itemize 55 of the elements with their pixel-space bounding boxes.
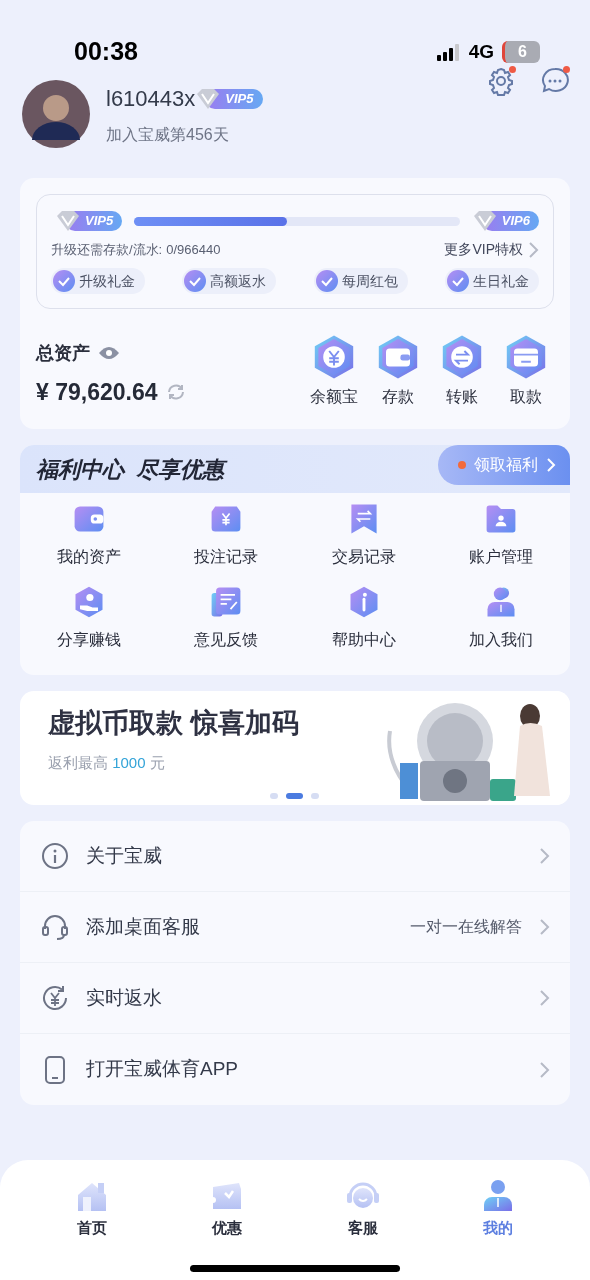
requirement-value: 0/966440 <box>166 240 221 259</box>
menu-shortcut[interactable]: 意见反馈 <box>194 584 259 667</box>
diamond-icon <box>195 86 222 111</box>
total-assets-label: 总资产 <box>36 341 90 365</box>
chevron-icon <box>538 918 550 936</box>
tab[interactable]: 首页 <box>51 1176 132 1241</box>
dot-icon <box>458 461 466 469</box>
tab[interactable]: 客服 <box>322 1176 403 1241</box>
menu-shortcut[interactable]: 投注记录 <box>194 501 259 584</box>
menu-shortcut[interactable]: 分享赚钱 <box>56 584 121 667</box>
action-button[interactable]: 存款 <box>370 333 426 409</box>
perk-label: 升级礼金 <box>79 271 135 291</box>
settings-icon[interactable] <box>486 66 516 96</box>
diamond-icon <box>55 209 81 233</box>
chevron-icon <box>538 847 550 865</box>
list-item[interactable]: 关于宝威 <box>20 821 570 892</box>
chevron-icon <box>538 1060 550 1079</box>
headset-icon <box>40 912 70 942</box>
perk-label: 每周红包 <box>341 271 398 291</box>
tab[interactable]: 我的 <box>458 1176 539 1241</box>
chevron-icon <box>527 240 539 259</box>
tab[interactable]: 优惠 <box>187 1176 268 1241</box>
chevron-icon <box>538 989 550 1007</box>
action-button[interactable]: 余额宝 <box>306 333 362 409</box>
menu-shortcut[interactable]: 加入我们 <box>469 584 534 667</box>
chevron-icon <box>546 457 556 473</box>
menu-shortcut[interactable]: 帮助中心 <box>331 584 396 667</box>
perk-label: 生日礼金 <box>473 271 529 291</box>
menu-shortcut[interactable]: 我的资产 <box>56 501 121 584</box>
total-assets-amount: ¥ 79,620.64 <box>36 377 158 407</box>
eye-icon[interactable] <box>98 346 120 360</box>
menu-shortcut[interactable]: 交易记录 <box>331 501 396 584</box>
menu-shortcut[interactable]: 账户管理 <box>469 501 534 584</box>
battery-indicator: 6 <box>502 41 540 63</box>
item-detail: 一对一在线解答 <box>410 917 522 937</box>
username: l610443x <box>106 85 196 113</box>
more-vip-link[interactable]: 更多VIP特权 <box>444 239 539 260</box>
network-label: 4G <box>468 39 494 64</box>
avatar <box>22 80 90 148</box>
requirement-label: 升级还需存款/流水: <box>51 240 163 259</box>
info-icon <box>40 841 70 871</box>
refresh-icon[interactable] <box>165 381 186 402</box>
list-item[interactable]: 实时返水 <box>20 963 570 1034</box>
yen-refresh-icon <box>40 983 70 1013</box>
banner-title: 虚拟币取款 惊喜加码 <box>48 707 299 740</box>
join-days: 加入宝威第456天 <box>106 123 263 147</box>
banner-subtitle: 返利最高 1000 元 <box>48 752 166 773</box>
action-button[interactable]: 取款 <box>498 333 554 409</box>
signal-icon <box>436 43 461 61</box>
time: 00:38 <box>74 36 138 68</box>
list-item[interactable]: 添加桌面客服 一对一在线解答 <box>20 892 570 963</box>
diamond-icon <box>471 209 498 233</box>
list-item[interactable]: 打开宝威体育APP <box>20 1034 570 1105</box>
action-button[interactable]: 转账 <box>434 333 490 409</box>
perk-label: 高额返水 <box>210 271 267 291</box>
